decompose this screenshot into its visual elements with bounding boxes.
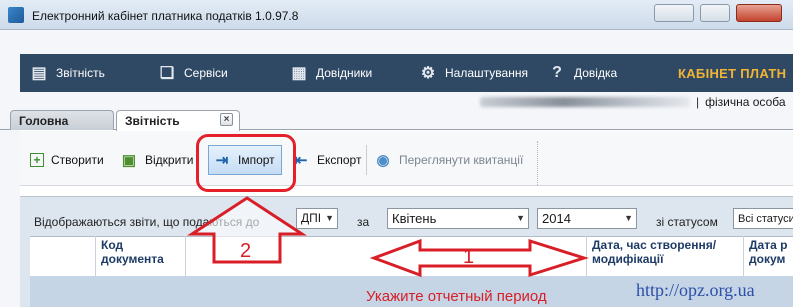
step-1-label: 1 xyxy=(463,246,475,268)
step-2-label: 2 xyxy=(240,240,252,262)
watermark-url: http://opz.org.ua xyxy=(636,280,755,300)
arrow-double-annotation xyxy=(369,238,589,278)
hint-text: Укажите отчетный период xyxy=(366,288,547,305)
annotation-arrows xyxy=(186,196,589,278)
